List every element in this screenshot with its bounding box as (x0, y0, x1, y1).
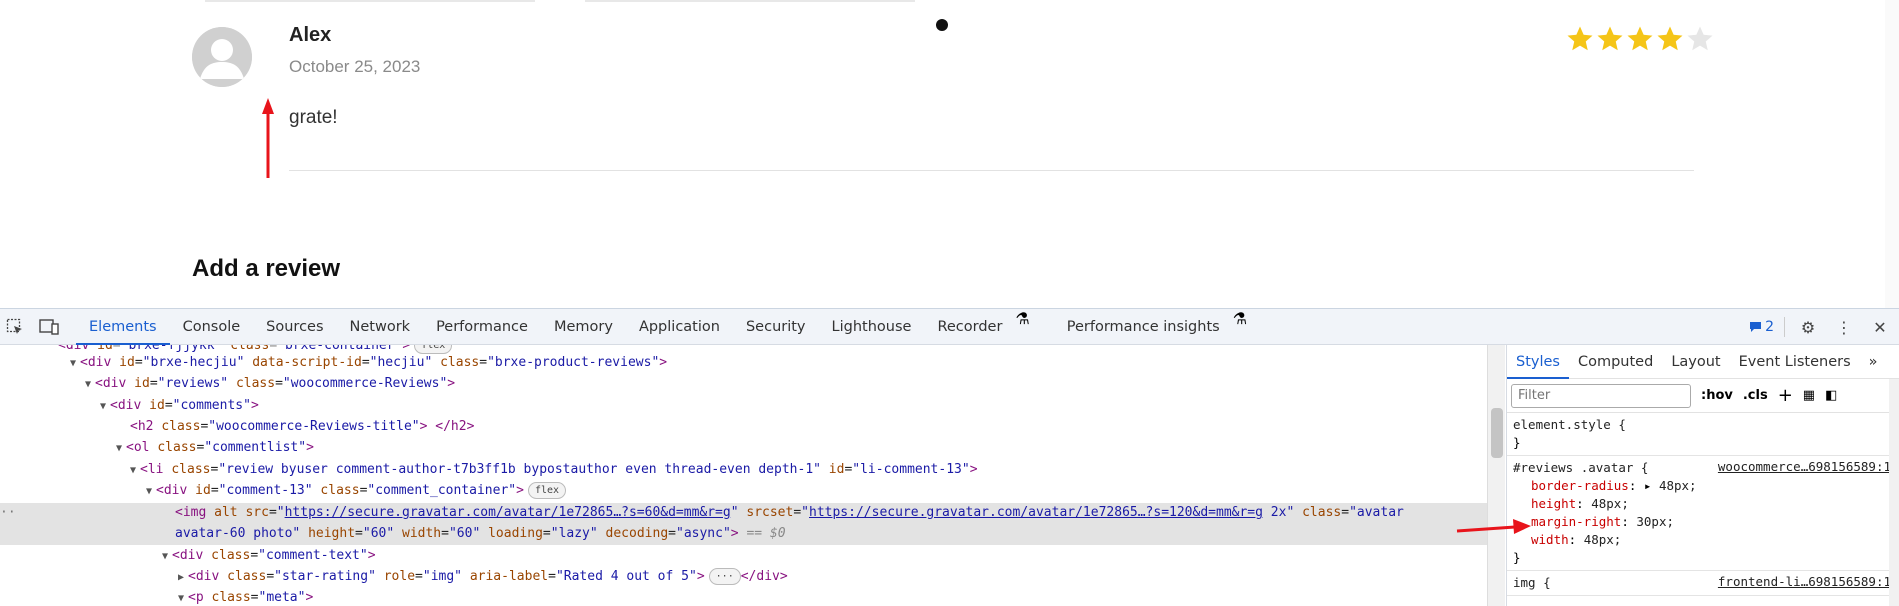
devtools-tab-elements[interactable]: Elements (76, 309, 170, 345)
devtools-tab-memory[interactable]: Memory (541, 309, 626, 345)
devtools-tab-performance-insights[interactable]: Performance insights (1054, 309, 1233, 345)
elements-scrollbar[interactable] (1487, 345, 1505, 606)
devtools-tab-sources[interactable]: Sources (253, 309, 336, 345)
experimental-flask-icon: ⚗ (1232, 308, 1248, 328)
review-divider (289, 170, 1694, 171)
star-rating (1565, 24, 1715, 54)
page-scrollbar[interactable] (1885, 0, 1899, 308)
styles-tab-styles[interactable]: Styles (1507, 345, 1569, 379)
devtools-tab-lighthouse[interactable]: Lighthouse (819, 309, 925, 345)
new-style-rule-icon[interactable]: + (1778, 385, 1793, 406)
devtools-tab-performance[interactable]: Performance (423, 309, 541, 345)
styles-filter-input[interactable] (1511, 383, 1691, 408)
dom-node-star-rating[interactable]: ▶ <div class="star-rating" role="img" ari… (178, 566, 788, 587)
settings-gear-icon[interactable]: ⚙ (1795, 314, 1821, 340)
css-property[interactable]: width: 48px; (1513, 531, 1893, 549)
dom-node-avatar-img-cont[interactable]: avatar-60 photo" height="60" width="60" … (175, 523, 786, 544)
img-style-rule[interactable]: img { frontend-li…698156589:1 (1507, 571, 1899, 596)
review-text: grate! (289, 107, 338, 128)
css-property[interactable]: margin-right: 30px; (1513, 513, 1893, 531)
star-filled-icon (1567, 26, 1593, 51)
rule-source-link[interactable]: frontend-li…698156589:1 (1718, 574, 1891, 589)
devtools-tab-application[interactable]: Application (626, 309, 733, 345)
experimental-flask-icon: ⚗ (1015, 308, 1030, 328)
star-filled-icon (1657, 26, 1683, 51)
issues-badge[interactable]: 2 (1749, 319, 1774, 335)
dom-node-comments[interactable]: ▼ <div id="comments"> (100, 395, 259, 416)
devtools-tab-console[interactable]: Console (170, 309, 254, 345)
issues-icon (1750, 322, 1762, 332)
dom-node-meta[interactable]: ▼ <p class="meta"> (178, 587, 313, 606)
annotation-arrow-up (262, 98, 274, 178)
dom-node-comment-text[interactable]: ▼ <div class="comment-text"> (162, 545, 376, 566)
styles-tab-event-listeners[interactable]: Event Listeners (1730, 345, 1860, 379)
devtools-tab-security[interactable]: Security (733, 309, 819, 345)
device-toolbar-icon[interactable] (36, 314, 62, 340)
node-dots-icon[interactable]: ·· (0, 502, 16, 523)
tab-divider (205, 0, 535, 2)
elements-tree: <div id="brxe-fjjykk" class="brxe-contai… (0, 345, 1487, 606)
review-date: October 25, 2023 (289, 57, 421, 76)
dom-node-comment-container[interactable]: ▼ <div id="comment-13" class="comment_con… (146, 480, 567, 501)
close-devtools-icon[interactable]: ✕ (1867, 314, 1893, 340)
avatar-style-rule[interactable]: #reviews .avatar { woocommerce…698156589… (1507, 456, 1899, 571)
styles-filter-row: :hov .cls + ▦ ◧ (1507, 379, 1899, 413)
tab-divider (585, 0, 915, 2)
devtools-toolbar: Elements Console Sources Network Performance… (0, 309, 1899, 345)
toggle-sidebar-icon[interactable]: ◧ (1825, 388, 1837, 403)
styles-tab-layout[interactable]: Layout (1662, 345, 1729, 379)
more-tabs-icon[interactable]: » (1860, 345, 1887, 379)
annotation-arrow-right (1456, 519, 1531, 534)
styles-scrollbar[interactable] (1889, 379, 1899, 606)
dom-node-reviews[interactable]: ▼ <div id="reviews" class="woocommerce-Re… (85, 373, 455, 394)
issues-count: 2 (1765, 319, 1774, 335)
rule-source-link[interactable]: woocommerce…698156589:1 (1718, 459, 1891, 474)
cls-toggle[interactable]: .cls (1743, 388, 1768, 403)
dom-node-commentlist[interactable]: ▼ <ol class="commentlist"> (116, 437, 314, 458)
elements-scroll-thumb[interactable] (1491, 408, 1503, 458)
dom-node-avatar-img[interactable]: <img alt src="https://secure.gravatar.co… (175, 502, 1404, 523)
dom-node-reviews-title[interactable]: <h2 class="woocommerce-Reviews-title"> <… (130, 416, 474, 437)
dom-node-review-li[interactable]: ▼ <li class="review byuser comment-author… (130, 459, 978, 480)
paint-brush-icon[interactable]: ▦ (1803, 388, 1815, 403)
styles-tab-computed[interactable]: Computed (1569, 345, 1662, 379)
star-empty-icon (1687, 26, 1713, 51)
add-review-heading: Add a review (192, 255, 341, 282)
dom-node-product-reviews[interactable]: ▼ <div id="brxe-hecjiu" data-script-id="h… (70, 352, 667, 373)
review-author: Alex (289, 24, 332, 46)
avatar (192, 27, 252, 87)
more-options-icon[interactable]: ⋮ (1831, 314, 1857, 340)
element-style-rule[interactable]: element.style { } (1507, 413, 1899, 456)
css-property[interactable]: height: 48px; (1513, 495, 1893, 513)
devtools-toolbar-right: 2 ⚙ ⋮ ✕ (1749, 309, 1899, 345)
devtools-panel: Elements Console Sources Network Performance… (0, 308, 1899, 606)
avatar-placeholder-icon (192, 27, 252, 87)
inspect-element-icon[interactable] (2, 314, 28, 340)
devtools-tab-network[interactable]: Network (337, 309, 424, 345)
hov-toggle[interactable]: :hov (1701, 388, 1733, 403)
devtools-tab-recorder[interactable]: Recorder (924, 309, 1015, 345)
styles-tabs: Styles Computed Layout Event Listeners» (1507, 345, 1899, 379)
page-viewport: Alex October 25, 2023 grate! Add a revie… (0, 0, 1899, 308)
styles-pane: StylesComputedLayoutEvent Listeners» :ho… (1506, 345, 1899, 606)
css-property[interactable]: border-radius: ▸ 48px; (1513, 477, 1893, 495)
star-filled-icon (1597, 26, 1623, 51)
devtools-tabs: Elements Console Sources Network Performance… (76, 309, 1247, 345)
cursor-dot (936, 19, 948, 31)
star-filled-icon (1627, 26, 1653, 51)
